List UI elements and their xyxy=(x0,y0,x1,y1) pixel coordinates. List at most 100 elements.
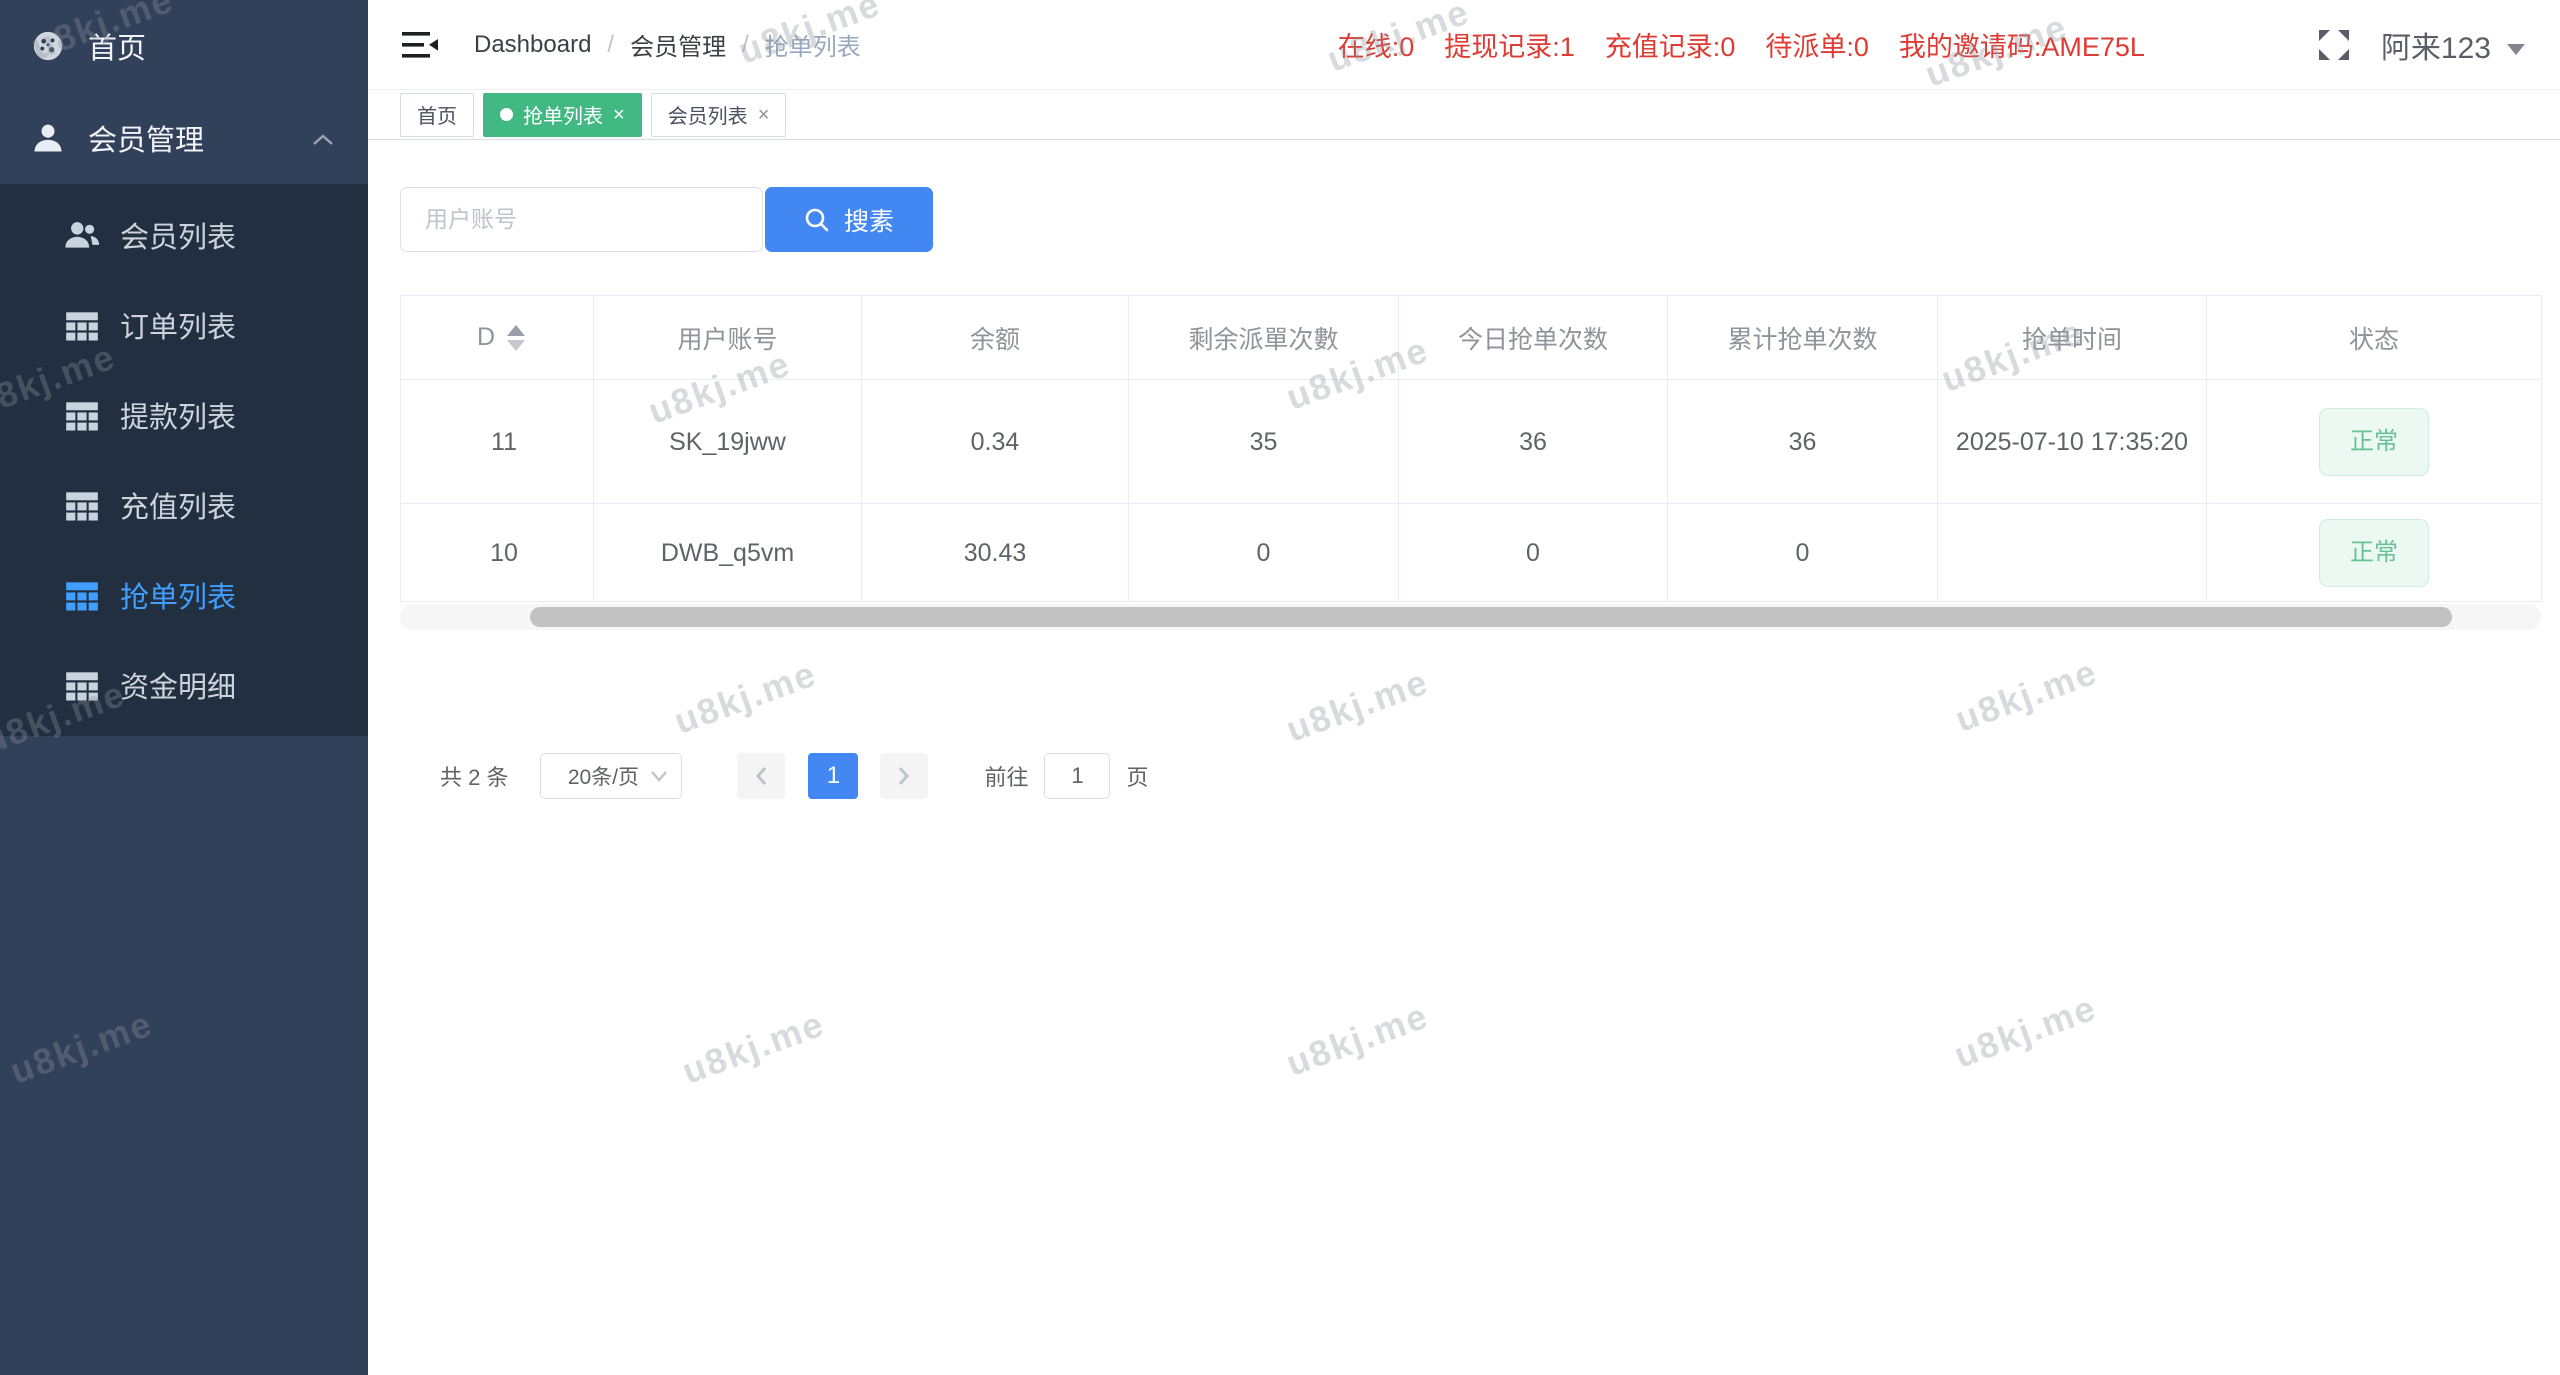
stat-pending-dispatch: 待派单:0 xyxy=(1765,32,1869,62)
cell-balance: 0.34 xyxy=(861,379,1129,504)
cell-id: 10 xyxy=(400,503,594,602)
sidebar-item-label: 充值列表 xyxy=(120,492,237,524)
next-page-button[interactable] xyxy=(880,753,929,799)
breadcrumb: Dashboard / 会员管理 / 抢单列表 xyxy=(474,27,861,62)
sidebar-item-label: 资金明细 xyxy=(120,672,237,704)
page-size-select[interactable]: 20条/页 xyxy=(540,753,683,799)
page-unit-label: 页 xyxy=(1126,765,1149,790)
dashboard-icon xyxy=(30,28,66,64)
status-badge[interactable]: 正常 xyxy=(2319,407,2429,476)
stat-withdraw-records: 提现记录:1 xyxy=(1444,32,1575,62)
active-dot-icon xyxy=(500,108,513,121)
breadcrumb-separator: / xyxy=(742,30,749,58)
horizontal-scrollbar-track xyxy=(400,604,2541,630)
table-icon xyxy=(62,575,102,615)
table-row: 11 SK_19jww 0.34 35 36 36 2025-07-10 17:… xyxy=(400,379,2542,504)
column-header-account: 用户账号 xyxy=(593,295,862,380)
sidebar-item-fund-details[interactable]: 资金明细 xyxy=(0,640,368,730)
column-header-label: D xyxy=(476,323,496,351)
close-icon[interactable]: × xyxy=(758,105,770,125)
chevron-up-icon xyxy=(312,122,334,155)
sidebar-item-recharge-list[interactable]: 充值列表 xyxy=(0,460,368,550)
column-header-today: 今日抢单次数 xyxy=(1398,295,1668,380)
cell-time: 2025-07-10 17:35:20 xyxy=(1937,379,2207,504)
table-icon xyxy=(62,305,102,345)
sidebar-item-label: 抢单列表 xyxy=(120,582,237,614)
members-table: D 用户账号 余额 剩余派單次數 今日抢单次数 累计抢单次数 抢单时间 状态 1… xyxy=(400,295,2542,602)
navbar: Dashboard / 会员管理 / 抢单列表 在线:0 提现记录:1 充值记录… xyxy=(368,0,2560,90)
page-size-value: 20条/页 xyxy=(567,766,640,789)
sidebar-item-label: 提款列表 xyxy=(120,402,237,434)
page-number-active[interactable]: 1 xyxy=(808,753,859,799)
cell-status: 正常 xyxy=(2206,503,2542,602)
app-window: 首页 会员管理 会员列表 订单列表 提款列表 充值列表 抢单列表 资金明细 Da… xyxy=(0,0,2560,1375)
breadcrumb-dashboard[interactable]: Dashboard xyxy=(474,31,591,59)
search-input[interactable] xyxy=(400,187,763,252)
content-area: 搜素 D xyxy=(368,140,2560,799)
tab-grab-order-list[interactable]: 抢单列表 × xyxy=(483,92,642,137)
cell-today: 0 xyxy=(1398,503,1668,602)
sidebar: 首页 会员管理 会员列表 订单列表 提款列表 充值列表 抢单列表 资金明细 xyxy=(0,0,368,1375)
sort-carets-icon[interactable] xyxy=(507,324,526,351)
stat-recharge-records: 充值记录:0 xyxy=(1604,32,1736,62)
sidebar-item-label: 首页 xyxy=(88,33,147,65)
cell-remaining: 35 xyxy=(1128,379,1399,504)
cell-status: 正常 xyxy=(2206,379,2542,504)
table-icon xyxy=(62,485,102,525)
column-header-status: 状态 xyxy=(2206,295,2542,380)
username: 阿来123 xyxy=(2380,31,2491,65)
sidebar-item-label: 会员列表 xyxy=(120,222,237,254)
table-icon xyxy=(62,665,102,705)
tab-home[interactable]: 首页 xyxy=(400,92,474,137)
sidebar-item-home[interactable]: 首页 xyxy=(0,0,368,92)
cell-balance: 30.43 xyxy=(861,503,1129,602)
chevron-left-icon xyxy=(756,767,767,785)
caret-down-icon xyxy=(2507,44,2525,55)
search-button-label: 搜素 xyxy=(843,207,894,236)
search-button[interactable]: 搜素 xyxy=(765,187,933,252)
stat-online: 在线:0 xyxy=(1337,32,1415,62)
tab-label: 抢单列表 xyxy=(523,106,603,128)
tab-label: 首页 xyxy=(417,106,457,128)
cell-account: DWB_q5vm xyxy=(593,503,862,602)
stat-invite-code: 我的邀请码:AME75L xyxy=(1898,32,2145,62)
sidebar-item-member-management[interactable]: 会员管理 xyxy=(0,92,368,184)
table-row: 10 DWB_q5vm 30.43 0 0 0 正常 xyxy=(400,503,2542,602)
sidebar-item-grab-order-list[interactable]: 抢单列表 xyxy=(0,550,368,640)
fullscreen-icon[interactable] xyxy=(2315,26,2353,64)
breadcrumb-member-management[interactable]: 会员管理 xyxy=(630,27,726,62)
cell-today: 36 xyxy=(1398,379,1668,504)
user-icon xyxy=(30,120,66,156)
goto-label: 前往 xyxy=(984,765,1029,790)
search-icon xyxy=(805,208,829,231)
tab-member-list[interactable]: 会员列表 × xyxy=(650,92,787,137)
cell-id: 11 xyxy=(400,379,594,504)
prev-page-button[interactable] xyxy=(737,753,786,799)
pagination-total: 共 2 条 xyxy=(440,765,509,790)
table-header-row: D 用户账号 余额 剩余派單次數 今日抢单次数 累计抢单次数 抢单时间 状态 xyxy=(400,295,2542,380)
cell-time xyxy=(1937,503,2207,602)
sidebar-item-order-list[interactable]: 订单列表 xyxy=(0,280,368,370)
close-icon[interactable]: × xyxy=(613,105,625,125)
horizontal-scrollbar-thumb[interactable] xyxy=(530,607,2452,627)
search-row: 搜素 xyxy=(400,187,2542,252)
sidebar-item-withdrawal-list[interactable]: 提款列表 xyxy=(0,370,368,460)
goto-page-input[interactable] xyxy=(1044,753,1111,799)
column-header-total: 累计抢单次数 xyxy=(1667,295,1938,380)
status-badge[interactable]: 正常 xyxy=(2319,518,2429,587)
column-header-balance: 余额 xyxy=(861,295,1129,380)
cell-total: 36 xyxy=(1667,379,1938,504)
column-header-id[interactable]: D xyxy=(400,295,594,380)
hamburger-icon[interactable] xyxy=(400,28,440,62)
table-icon xyxy=(62,395,102,435)
header-stats: 在线:0 提现记录:1 充值记录:0 待派单:0 我的邀请码:AME75L xyxy=(1338,25,2145,64)
breadcrumb-current: 抢单列表 xyxy=(764,34,861,61)
cell-total: 0 xyxy=(1667,503,1938,602)
sidebar-item-label: 订单列表 xyxy=(120,312,237,344)
chevron-down-icon xyxy=(651,771,668,782)
pagination: 共 2 条 20条/页 1 前往 页 xyxy=(400,753,2542,799)
column-header-remaining: 剩余派單次數 xyxy=(1128,295,1399,380)
sidebar-item-member-list[interactable]: 会员列表 xyxy=(0,190,368,280)
tab-label: 会员列表 xyxy=(667,106,748,128)
user-menu[interactable]: 阿来123 xyxy=(2381,23,2525,67)
